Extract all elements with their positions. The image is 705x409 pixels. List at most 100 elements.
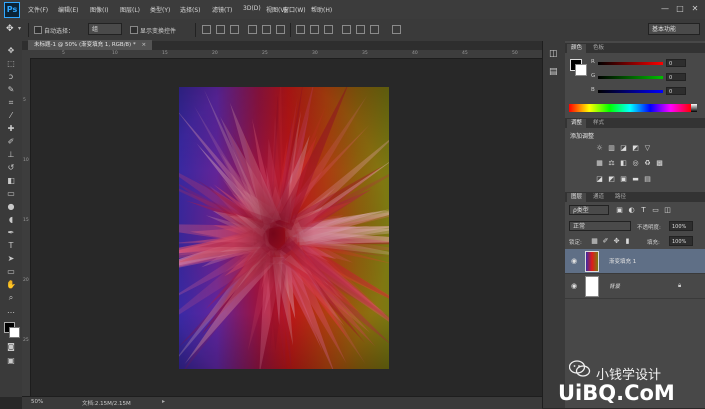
crop-tool-icon[interactable]: ⌗	[5, 97, 17, 108]
menu-edit[interactable]: 编辑(E)	[58, 5, 78, 14]
move-tool-icon[interactable]: ✥	[6, 24, 14, 34]
channel-mixer-icon[interactable]: ♻	[643, 159, 652, 167]
tab-adjustments[interactable]: 调整	[567, 119, 587, 128]
marquee-tool-icon[interactable]: ⬚	[5, 58, 17, 69]
layer-filter-dropdown[interactable]: ρ类型	[569, 205, 609, 215]
menu-select[interactable]: 选择(S)	[180, 5, 201, 14]
distribute-top-icon[interactable]	[296, 25, 305, 34]
align-right-icon[interactable]	[276, 25, 285, 34]
maximize-button[interactable]: □	[675, 4, 685, 14]
align-top-icon[interactable]	[202, 25, 211, 34]
close-document-icon[interactable]: ×	[141, 42, 146, 48]
clone-stamp-tool-icon[interactable]: ⊥	[5, 149, 17, 160]
tool-preset-dropdown-icon[interactable]: ▾	[18, 25, 21, 32]
menu-filter[interactable]: 滤镜(T)	[212, 5, 232, 14]
opacity-field[interactable]: 100%	[669, 221, 693, 231]
tab-layers[interactable]: 图层	[567, 193, 587, 202]
more-tools-icon[interactable]: …	[5, 305, 17, 316]
distribute-hcenter-icon[interactable]	[356, 25, 365, 34]
menu-type[interactable]: 类型(Y)	[150, 5, 170, 14]
history-brush-tool-icon[interactable]: ↺	[5, 162, 17, 173]
quick-select-tool-icon[interactable]: ✎	[5, 84, 17, 95]
align-hcenter-icon[interactable]	[262, 25, 271, 34]
black-white-icon[interactable]: ◧	[619, 159, 628, 167]
curves-icon[interactable]: ◪	[619, 144, 628, 152]
show-transform-checkbox[interactable]	[130, 26, 138, 34]
color-lookup-icon[interactable]: ▩	[655, 159, 664, 167]
gradient-map-icon[interactable]: ▬	[631, 175, 640, 183]
auto-select-checkbox[interactable]	[34, 26, 42, 34]
history-panel-icon[interactable]: ◫	[549, 49, 558, 59]
menu-window[interactable]: 窗口(W)	[283, 5, 306, 14]
align-bottom-icon[interactable]	[230, 25, 239, 34]
quick-mask-icon[interactable]: ◙	[5, 341, 17, 352]
lock-pixels-icon[interactable]: ✐	[601, 237, 610, 245]
threshold-icon[interactable]: ▣	[619, 175, 628, 183]
path-select-tool-icon[interactable]: ➤	[5, 253, 17, 264]
hue-saturation-icon[interactable]: ▦	[595, 159, 604, 167]
document-canvas-artwork[interactable]	[179, 87, 389, 369]
channel-r-slider[interactable]	[598, 62, 663, 65]
zoom-tool-icon[interactable]: ⌕	[5, 292, 17, 303]
color-background-swatch[interactable]	[575, 64, 587, 76]
distribute-bottom-icon[interactable]	[324, 25, 333, 34]
close-window-button[interactable]: ✕	[690, 4, 700, 14]
align-vcenter-icon[interactable]	[216, 25, 225, 34]
align-left-icon[interactable]	[248, 25, 257, 34]
fill-field[interactable]: 100%	[669, 236, 693, 246]
screen-mode-icon[interactable]: ▣	[5, 355, 17, 366]
tab-paths[interactable]: 路径	[611, 193, 630, 202]
filter-adjustment-icon[interactable]: ◐	[627, 206, 636, 214]
distribute-right-icon[interactable]	[370, 25, 379, 34]
filter-pixel-icon[interactable]: ▣	[615, 206, 624, 214]
distribute-vcenter-icon[interactable]	[310, 25, 319, 34]
visibility-eye-icon[interactable]: ◉	[571, 282, 577, 290]
menu-file[interactable]: 文件(F)	[28, 5, 48, 14]
invert-icon[interactable]: ◪	[595, 175, 604, 183]
black-white-ramp[interactable]	[691, 104, 697, 112]
pen-tool-icon[interactable]: ✒	[5, 227, 17, 238]
color-spectrum-bar[interactable]	[569, 104, 691, 112]
distribute-left-icon[interactable]	[342, 25, 351, 34]
document-tab[interactable]: 未标题-1 @ 50% (渐变填充 1, RGB/8) * ×	[28, 40, 153, 50]
layer-row[interactable]: ◉ 背景 🔒︎	[565, 274, 705, 299]
brightness-icon[interactable]: ☼	[595, 144, 604, 152]
auto-align-icon[interactable]	[392, 25, 401, 34]
channel-g-value[interactable]: 0	[666, 73, 686, 81]
minimize-button[interactable]: —	[660, 4, 670, 14]
lasso-tool-icon[interactable]: ↄ	[5, 71, 17, 82]
menu-3d[interactable]: 3D(D)	[243, 5, 261, 12]
auto-select-dropdown[interactable]: 组	[88, 23, 122, 35]
tab-swatches[interactable]: 色板	[589, 44, 608, 53]
type-tool-icon[interactable]: T	[5, 240, 17, 251]
tab-styles[interactable]: 样式	[589, 119, 608, 128]
channel-b-value[interactable]: 0	[666, 87, 686, 95]
lock-position-icon[interactable]: ✥	[612, 237, 621, 245]
channel-b-slider[interactable]	[598, 90, 663, 93]
selective-color-icon[interactable]: ▤	[643, 175, 652, 183]
eyedropper-tool-icon[interactable]: ⁄	[5, 110, 17, 121]
levels-icon[interactable]: ▥	[607, 144, 616, 152]
brush-tool-icon[interactable]: ✐	[5, 136, 17, 147]
blur-tool-icon[interactable]: ●	[5, 201, 17, 212]
status-menu-arrow-icon[interactable]: ▸	[162, 398, 165, 405]
dodge-tool-icon[interactable]: ◖	[5, 214, 17, 225]
layer-name[interactable]: 背景	[609, 282, 620, 290]
filter-shape-icon[interactable]: ▭	[651, 206, 660, 214]
color-balance-icon[interactable]: ⚖	[607, 159, 616, 167]
rectangle-tool-icon[interactable]: ▭	[5, 266, 17, 277]
background-color-swatch[interactable]	[9, 327, 20, 338]
lock-transparent-icon[interactable]: ▦	[590, 237, 599, 245]
visibility-eye-icon[interactable]: ◉	[571, 257, 577, 265]
tab-color[interactable]: 颜色	[567, 44, 587, 53]
exposure-icon[interactable]: ◩	[631, 144, 640, 152]
layer-row-selected[interactable]: ◉ 渐变填充 1	[565, 249, 705, 274]
filter-smart-object-icon[interactable]: ◫	[663, 206, 672, 214]
photo-filter-icon[interactable]: ◎	[631, 159, 640, 167]
channel-g-slider[interactable]	[598, 76, 663, 79]
gradient-tool-icon[interactable]: ▭	[5, 188, 17, 199]
workspace-preset-dropdown[interactable]: 基本功能	[648, 23, 700, 35]
tab-channels[interactable]: 通道	[589, 193, 608, 202]
channel-r-value[interactable]: 0	[666, 59, 686, 67]
healing-brush-tool-icon[interactable]: ✚	[5, 123, 17, 134]
